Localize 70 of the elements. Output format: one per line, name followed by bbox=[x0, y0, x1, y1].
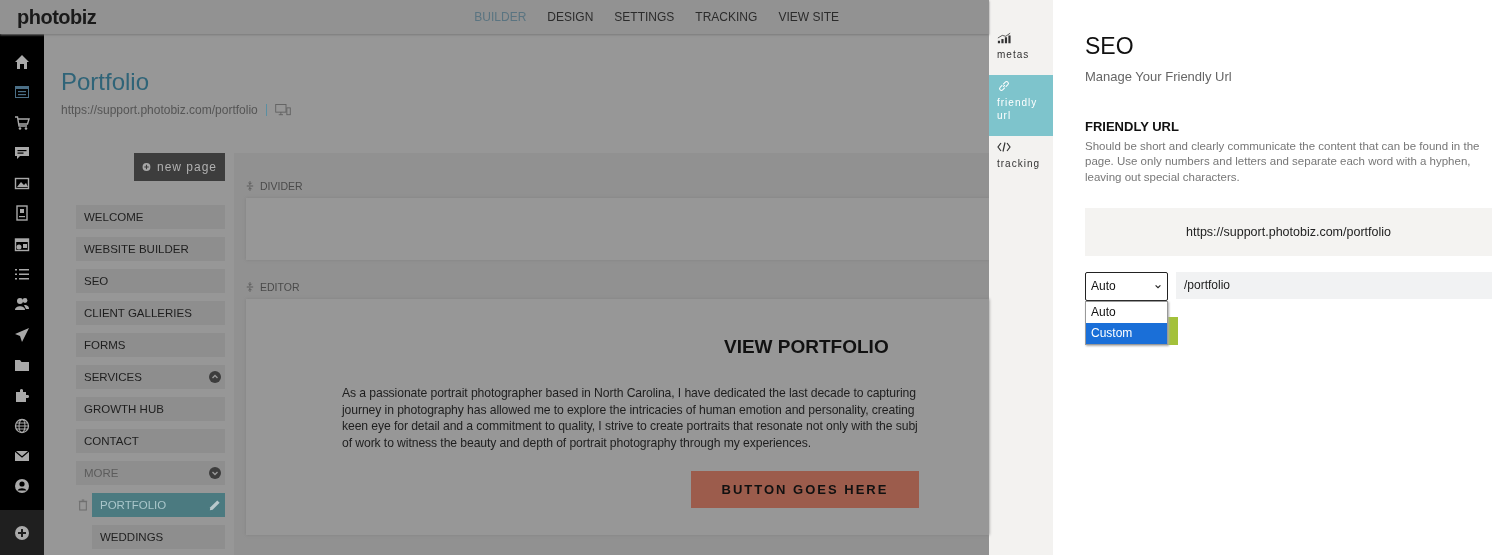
page-url[interactable]: https://support.photobiz.com/portfolio bbox=[61, 103, 258, 117]
nav-link[interactable]: VIEW SITE bbox=[778, 10, 840, 24]
dropdown-option[interactable]: Custom bbox=[1086, 322, 1167, 344]
document-icon[interactable] bbox=[14, 205, 30, 222]
nav-link[interactable]: TRACKING bbox=[695, 10, 758, 24]
cart-icon[interactable] bbox=[14, 114, 30, 131]
page-label: CLIENT GALLERIES bbox=[84, 307, 192, 319]
editor-block[interactable] bbox=[246, 299, 989, 535]
page-item[interactable]: SERVICES bbox=[76, 365, 225, 389]
page-item[interactable]: PORTFOLIO bbox=[92, 493, 225, 517]
body-text-line: keen eye for detail and a commitment to quality, I strive to create portraits that resonate not only with the subj bbox=[342, 418, 919, 436]
editor-heading: VIEW PORTFOLIO bbox=[724, 336, 890, 358]
page-label: FORMS bbox=[84, 339, 126, 351]
section-label: DIVIDER bbox=[260, 180, 303, 192]
panel-tab[interactable]: tracking bbox=[989, 136, 1053, 184]
image-icon[interactable] bbox=[14, 175, 30, 192]
globe-icon[interactable] bbox=[14, 417, 30, 434]
body-text-line: As a passionate portrait photographer based in North Carolina, I have dedicated the last decade to capturing bbox=[342, 385, 917, 402]
list-icon[interactable] bbox=[14, 266, 30, 283]
user-icon[interactable] bbox=[14, 478, 30, 495]
panel-tab[interactable]: metas bbox=[989, 27, 1053, 75]
users-icon[interactable] bbox=[14, 296, 30, 313]
code-icon bbox=[997, 141, 1011, 153]
page-item[interactable]: GROWTH HUB bbox=[76, 397, 225, 421]
chevron-down-icon[interactable] bbox=[209, 467, 221, 479]
cta-button[interactable]: BUTTON GOES HERE bbox=[691, 470, 919, 508]
page-item[interactable]: WEDDINGS bbox=[92, 525, 225, 549]
pencil-icon[interactable] bbox=[208, 498, 221, 512]
page-item[interactable]: CLIENT GALLERIES bbox=[76, 301, 225, 325]
url-preview: https://support.photobiz.com/portfolio bbox=[1085, 207, 1492, 256]
link-icon bbox=[997, 80, 1011, 92]
caret-icon bbox=[1154, 283, 1162, 289]
puzzle-icon[interactable] bbox=[14, 387, 30, 404]
page-title: Portfolio bbox=[61, 68, 151, 96]
section-heading: FRIENDLY URL bbox=[1085, 119, 1180, 134]
add-icon bbox=[142, 161, 151, 173]
chat-icon[interactable] bbox=[14, 144, 30, 161]
chevron-up-icon[interactable] bbox=[209, 371, 221, 383]
logo[interactable]: photobiz bbox=[17, 5, 97, 29]
page-label: WELCOME bbox=[84, 211, 144, 223]
page-label: SERVICES bbox=[84, 371, 142, 383]
nav-link[interactable]: DESIGN bbox=[547, 10, 594, 24]
page-label: PORTFOLIO bbox=[100, 499, 167, 511]
description-text: Should be short and clearly communicate the content that can be found in the page. Use only numbers and letters and separate each word with a hyphen, leaving out special characters. bbox=[1085, 139, 1481, 185]
calendar-icon[interactable] bbox=[14, 235, 30, 252]
slug-field[interactable]: /portfolio bbox=[1176, 271, 1492, 299]
nav-link[interactable]: SETTINGS bbox=[614, 10, 675, 24]
page-label: SEO bbox=[84, 275, 109, 287]
mode-select[interactable]: Auto bbox=[1085, 271, 1168, 301]
panel-title: SEO bbox=[1085, 33, 1135, 60]
page-item[interactable]: FORMS bbox=[76, 333, 225, 357]
page-item[interactable]: CONTACT bbox=[76, 429, 225, 453]
send-icon[interactable] bbox=[14, 326, 30, 343]
window-icon[interactable] bbox=[14, 84, 30, 101]
page-label: WEBSITE BUILDER bbox=[84, 243, 189, 255]
body-text-line: of work to witness the beauty and depth of portrait photography through my experiences. bbox=[342, 435, 812, 452]
body-text-line: journey in photography has allowed me to explore the intricacies of human emotion and personality, creating bbox=[342, 401, 916, 419]
page-label: CONTACT bbox=[84, 435, 139, 447]
bar-chart-icon bbox=[997, 32, 1011, 44]
section-label: EDITOR bbox=[260, 281, 300, 293]
page-item[interactable]: SEO bbox=[76, 269, 225, 293]
dropdown-option[interactable]: Auto bbox=[1086, 301, 1167, 323]
add-icon[interactable] bbox=[14, 524, 30, 541]
page-item[interactable]: WELCOME bbox=[76, 205, 225, 229]
page-label: WEDDINGS bbox=[100, 531, 164, 543]
home-icon[interactable] bbox=[14, 54, 30, 70]
new-page-button[interactable]: new page bbox=[134, 153, 225, 181]
page-label: GROWTH HUB bbox=[84, 403, 164, 415]
panel-subtitle: Manage Your Friendly Url bbox=[1085, 69, 1233, 84]
page-item[interactable]: WEBSITE BUILDER bbox=[76, 237, 225, 261]
